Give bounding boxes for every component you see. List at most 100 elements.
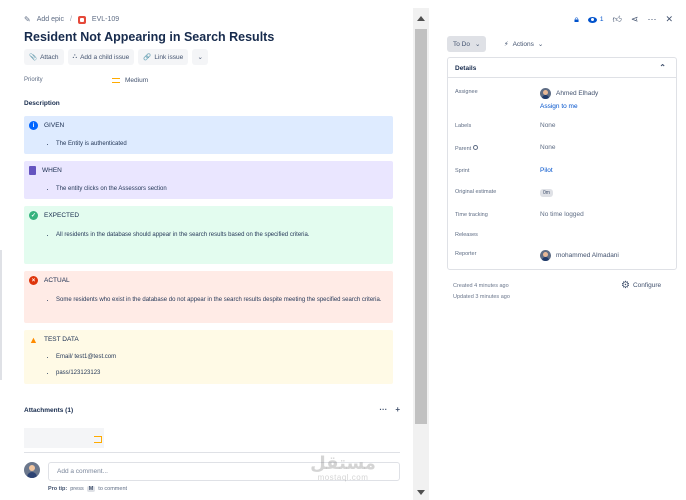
configure-button[interactable]: ⚙ Configure: [621, 280, 661, 291]
reporter-name: mohammed Almadani: [556, 252, 619, 259]
test-data-title: TEST DATA: [44, 336, 79, 343]
issue-meta: Created 4 minutes ago Updated 3 minutes …: [453, 281, 510, 303]
watermark-latin: mostaql.com: [317, 473, 369, 482]
test-data-panel[interactable]: ▲ TEST DATA Email/ test1@test.com pass/1…: [24, 330, 393, 384]
releases-row: Releases: [455, 232, 671, 238]
scroll-down-arrow[interactable]: [417, 490, 425, 495]
status-button[interactable]: To Do ⌄: [447, 36, 487, 52]
expected-panel[interactable]: ✓ EXPECTED All residents in the database…: [24, 206, 393, 264]
priority-value[interactable]: Medium: [112, 77, 148, 84]
created-text: Created 4 minutes ago: [453, 283, 509, 289]
issue-header-actions: 🔒︎ 1 👍︎ ⋖ ⋯ ✕: [574, 14, 673, 25]
estimate-lozenge: 0m: [540, 189, 553, 197]
info-icon: i: [29, 121, 38, 130]
actual-panel[interactable]: × ACTUAL Some residents who exist in the…: [24, 271, 393, 323]
estimate-label: Original estimate: [455, 189, 497, 195]
thumbs-up-icon[interactable]: 👍︎: [613, 14, 622, 25]
status-label: To Do: [453, 40, 470, 48]
attachments-label: Attachments (1): [24, 407, 74, 414]
actual-item: Some residents who exist in the database…: [56, 294, 386, 307]
assignee-value[interactable]: Ahmed Elhady: [540, 88, 598, 99]
actions-button[interactable]: ⚡︎ Actions ⌄: [500, 36, 547, 52]
add-epic-link[interactable]: Add epic: [37, 16, 64, 23]
attachments-more-button[interactable]: ···: [379, 405, 387, 414]
given-title: GIVEN: [44, 122, 65, 129]
lock-icon[interactable]: 🔒︎: [574, 14, 579, 25]
time-tracking-label: Time tracking: [455, 212, 488, 218]
share-icon[interactable]: ⋖: [631, 14, 639, 25]
watermark: مستقل mostaql.com: [298, 453, 388, 483]
reporter-row: Reporter mohammed Almadani: [455, 250, 671, 261]
breadcrumb-separator: /: [69, 16, 72, 23]
labels-row: Labels None: [455, 122, 671, 129]
estimate-row: Original estimate 0m: [455, 189, 671, 197]
estimate-value[interactable]: 0m: [540, 189, 553, 197]
add-child-label: Add a child issue: [80, 53, 130, 61]
main-scrollbar[interactable]: [413, 8, 429, 500]
test-data-pass: pass/123123123: [56, 367, 386, 380]
scrollbar-thumb[interactable]: [415, 29, 427, 424]
attachments-header: Attachments (1) ··· +: [24, 405, 400, 414]
breadcrumb: ✎ Add epic / EVL-109: [24, 15, 119, 24]
note-icon: [29, 166, 36, 175]
link-issue-button[interactable]: 🔗 Link issue: [138, 49, 189, 65]
add-child-issue-button[interactable]: ⛬ Add a child issue: [67, 49, 135, 65]
reporter-label: Reporter: [455, 251, 477, 257]
sprint-value[interactable]: Pilot: [540, 167, 553, 174]
expected-item: All residents in the database should app…: [56, 229, 386, 242]
assign-to-me-link[interactable]: Assign to me: [540, 103, 578, 110]
chevron-up-icon[interactable]: ⌃: [659, 63, 666, 72]
attachment-thumbnail[interactable]: [24, 428, 104, 448]
expected-title: EXPECTED: [44, 212, 80, 219]
sprint-row: Sprint Pilot: [455, 167, 671, 174]
scroll-up-arrow[interactable]: [417, 16, 425, 21]
attachments-add-button[interactable]: +: [395, 405, 400, 414]
details-header[interactable]: Details ⌃: [448, 58, 676, 78]
parent-row: Parent None: [455, 144, 671, 152]
more-icon[interactable]: ⋯: [647, 14, 656, 25]
chevron-down-icon: ⌄: [474, 41, 481, 48]
protip-press: press: [70, 486, 84, 492]
error-icon: ×: [29, 276, 38, 285]
bug-icon: [77, 15, 86, 24]
when-item: The entity clicks on the Assessors secti…: [56, 183, 386, 196]
reporter-avatar: [540, 250, 551, 261]
labels-value[interactable]: None: [540, 122, 556, 129]
reporter-value[interactable]: mohammed Almadani: [540, 250, 619, 261]
more-toolbar-button[interactable]: ⌄: [192, 49, 209, 65]
configure-label: Configure: [632, 282, 662, 289]
link-icon: 🔗: [143, 54, 152, 61]
details-title: Details: [455, 65, 477, 72]
parent-label: Parent: [455, 146, 472, 152]
attach-button[interactable]: 📎 Attach: [24, 49, 64, 65]
protip-key: M: [86, 486, 96, 492]
when-panel[interactable]: WHEN The entity clicks on the Assessors …: [24, 161, 393, 199]
issue-title[interactable]: Resident Not Appearing in Search Results: [24, 30, 274, 44]
issue-key-link[interactable]: EVL-109: [92, 16, 119, 23]
current-user-avatar: [24, 462, 40, 478]
assignee-label: Assignee: [455, 89, 478, 95]
updated-text: Updated 3 minutes ago: [453, 294, 510, 300]
time-tracking-row: Time tracking No time logged: [455, 211, 671, 218]
issue-toolbar: 📎 Attach ⛬ Add a child issue 🔗 Link issu…: [24, 49, 209, 65]
given-panel[interactable]: i GIVEN The Entity is authenticated: [24, 116, 393, 154]
watermark-arabic: مستقل: [310, 453, 376, 474]
close-icon[interactable]: ✕: [665, 14, 673, 25]
paperclip-icon: 📎: [29, 54, 38, 61]
assignee-avatar: [540, 88, 551, 99]
watchers-count: 1: [599, 16, 604, 23]
time-tracking-value[interactable]: No time logged: [540, 211, 584, 218]
sprint-label: Sprint: [455, 168, 470, 174]
pane-edge: [0, 250, 2, 380]
pencil-icon: ✎: [24, 15, 31, 24]
assignee-name: Ahmed Elhady: [556, 90, 599, 97]
parent-value[interactable]: None: [540, 144, 556, 151]
details-panel: Details ⌃ Assignee Ahmed Elhady Assign t…: [447, 57, 677, 270]
info-icon: [473, 145, 479, 150]
priority-label: Priority: [24, 77, 43, 83]
issue-main-pane: ✎ Add epic / EVL-109 Resident Not Appear…: [0, 0, 413, 500]
assignee-row: Assignee Ahmed Elhady: [455, 88, 671, 99]
warning-icon: ▲: [29, 334, 38, 345]
watch-button[interactable]: 1: [587, 16, 604, 23]
actual-title: ACTUAL: [44, 277, 70, 284]
